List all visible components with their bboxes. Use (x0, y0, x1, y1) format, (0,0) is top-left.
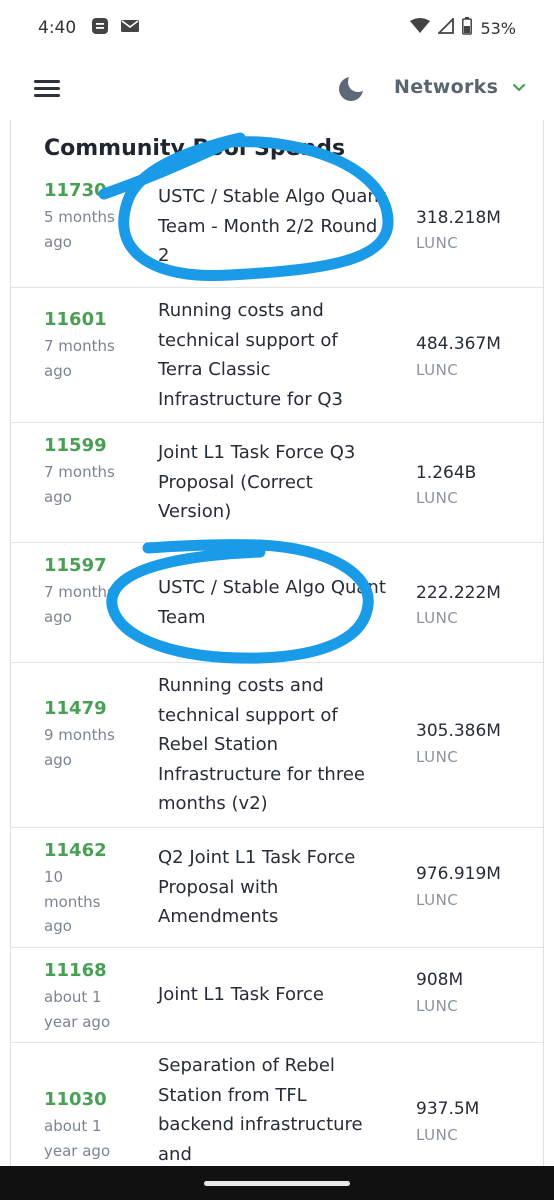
spend-row[interactable]: 11601 7 months ago Running costs and tec… (11, 288, 543, 423)
battery-icon (462, 17, 473, 39)
community-pool-spends-card: Community Pool Spends 11730 5 months ago… (10, 120, 544, 1180)
status-bar: 4:40 53% (0, 0, 554, 56)
proposal-id[interactable]: 11462 (44, 840, 107, 861)
proposal-age: 7 months ago (44, 463, 115, 506)
spend-unit: LUNC (416, 1126, 459, 1144)
card-title: Community Pool Spends (44, 136, 346, 161)
signal-icon (437, 16, 455, 38)
proposal-title: USTC / Stable Algo Quant Team (158, 577, 386, 628)
mail-icon (120, 18, 140, 38)
spend-amount: 222.222M (416, 583, 501, 603)
moon-icon[interactable] (336, 72, 368, 104)
proposal-id[interactable]: 11168 (44, 960, 107, 981)
top-navigation: Networks (0, 56, 554, 120)
proposal-title: Q2 Joint L1 Task Force Proposal with Ame… (158, 847, 356, 927)
proposal-title: USTC / Stable Algo Quant Team - Month 2/… (158, 186, 386, 266)
proposal-age: 10 months ago (44, 868, 101, 935)
status-time: 4:40 (38, 18, 77, 38)
proposal-age: about 1 year ago (44, 988, 111, 1031)
chevron-down-icon (512, 78, 526, 97)
proposal-age: 5 months ago (44, 208, 115, 251)
spend-unit: LUNC (416, 234, 459, 252)
proposal-id[interactable]: 11597 (44, 555, 107, 576)
networks-label: Networks (394, 76, 499, 98)
proposal-id[interactable]: 11730 (44, 180, 107, 201)
proposal-age: 9 months ago (44, 726, 115, 769)
proposal-title: Running costs and technical support of T… (158, 300, 343, 410)
spend-row[interactable]: 11168 about 1 year ago Joint L1 Task For… (11, 948, 543, 1043)
spend-amount: 976.919M (416, 864, 501, 884)
spend-row[interactable]: 11730 5 months ago USTC / Stable Algo Qu… (11, 168, 543, 288)
proposal-id[interactable]: 11599 (44, 435, 107, 456)
wifi-icon (410, 18, 431, 38)
spend-unit: LUNC (416, 489, 459, 507)
spend-amount: 937.5M (416, 1099, 480, 1119)
proposal-age: about 1 year ago (44, 1117, 111, 1160)
notification-icon (90, 16, 110, 40)
proposal-age: 7 months ago (44, 337, 115, 380)
spend-amount: 305.386M (416, 721, 501, 741)
spend-unit: LUNC (416, 997, 459, 1015)
battery-percent: 53% (480, 18, 516, 38)
proposal-id[interactable]: 11479 (44, 698, 107, 719)
proposal-title: Separation of Rebel Station from TFL bac… (158, 1055, 363, 1165)
proposal-title: Running costs and technical support of R… (158, 675, 365, 814)
spend-row[interactable]: 11479 9 months ago Running costs and tec… (11, 663, 543, 828)
proposal-id[interactable]: 11030 (44, 1089, 107, 1110)
spend-row[interactable]: 11030 about 1 year ago Separation of Reb… (11, 1043, 543, 1180)
spend-row[interactable]: 11462 10 months ago Q2 Joint L1 Task For… (11, 828, 543, 948)
proposal-title: Joint L1 Task Force Q3 Proposal (Correct… (158, 442, 356, 522)
proposal-id[interactable]: 11601 (44, 309, 107, 330)
hamburger-menu-icon[interactable] (34, 78, 60, 98)
spend-amount: 1.264B (416, 463, 477, 483)
home-handle[interactable] (204, 1181, 350, 1186)
spend-amount: 318.218M (416, 208, 501, 228)
spend-unit: LUNC (416, 361, 459, 379)
proposal-title: Joint L1 Task Force (158, 984, 324, 1005)
system-navigation-bar (0, 1166, 554, 1200)
spend-unit: LUNC (416, 891, 459, 909)
spend-unit: LUNC (416, 748, 459, 766)
spend-row[interactable]: 11599 7 months ago Joint L1 Task Force Q… (11, 423, 543, 543)
proposal-age: 7 months ago (44, 583, 115, 626)
spend-row[interactable]: 11597 7 months ago USTC / Stable Algo Qu… (11, 543, 543, 663)
spend-unit: LUNC (416, 609, 459, 627)
networks-dropdown[interactable]: Networks (394, 76, 526, 98)
spend-amount: 908M (416, 970, 464, 990)
spend-amount: 484.367M (416, 334, 501, 354)
